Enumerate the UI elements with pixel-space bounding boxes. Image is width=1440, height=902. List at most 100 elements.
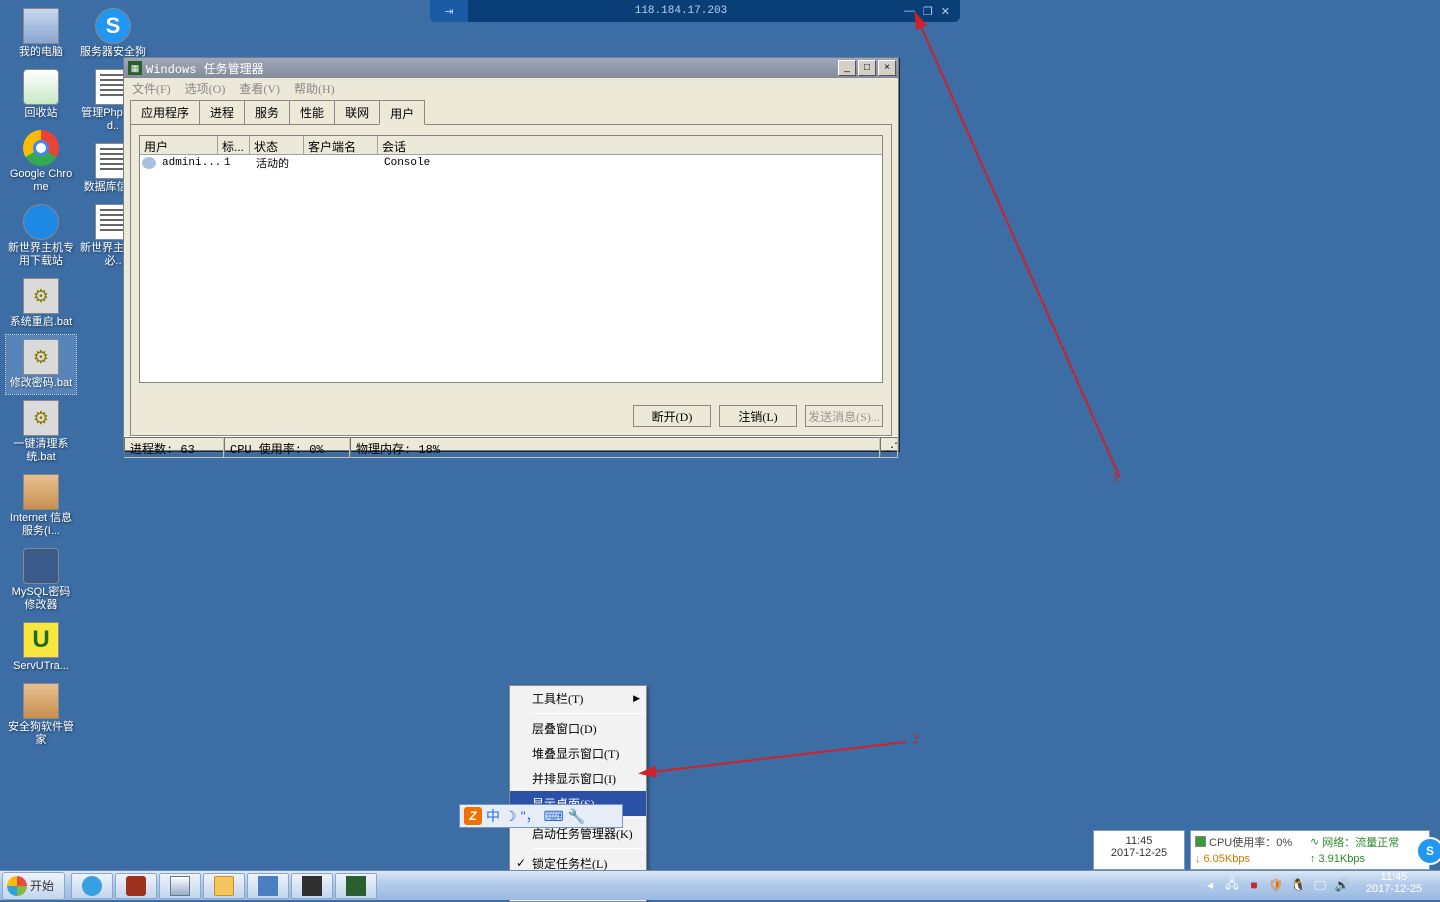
sd-clock-time: 11:45 bbox=[1094, 835, 1184, 847]
tm-tab-performance[interactable]: 性能 bbox=[289, 100, 335, 124]
tm-status-cpu: CPU 使用率: 0% bbox=[224, 437, 350, 458]
tm-tab-applications[interactable]: 应用程序 bbox=[130, 100, 200, 124]
desktop-icon-reboot-bat[interactable]: 系统重启.bat bbox=[6, 274, 76, 333]
tray-qq-icon[interactable]: 🐧 bbox=[1290, 877, 1306, 893]
ime-toolbar[interactable]: Z 中 ☽ "， ⌨ 🔧 bbox=[459, 804, 623, 828]
ql-show-desktop[interactable] bbox=[159, 873, 201, 899]
tray-monitor-icon[interactable]: 🖵 bbox=[1312, 877, 1328, 893]
task-manager-window: ▦ Windows 任务管理器 _ □ × 文件(F) 选项(O) 查看(V) … bbox=[123, 57, 899, 451]
tm-resize-grip[interactable]: ⋰ bbox=[880, 437, 898, 458]
rdp-pin-button[interactable]: ⇥ bbox=[430, 0, 468, 22]
sd-download-speed: ↓6.05Kbps bbox=[1195, 850, 1310, 867]
tray-stop-icon[interactable]: ■ bbox=[1246, 877, 1262, 893]
sd-network-status: ∿网络：流量正常 bbox=[1310, 833, 1425, 850]
desktop-icon-change-password-bat[interactable]: 修改密码.bat bbox=[6, 335, 76, 394]
tm-col-id[interactable]: 标... bbox=[218, 136, 250, 154]
rdp-minimize-button[interactable]: — bbox=[904, 5, 915, 18]
annotation-arrow-1 bbox=[910, 18, 1140, 491]
ctx-toolbars[interactable]: 工具栏(T) bbox=[510, 686, 646, 711]
desktop-icon-recycle-bin[interactable]: 回收站 bbox=[6, 65, 76, 124]
tm-col-session[interactable]: 会话 bbox=[378, 136, 438, 154]
ctx-separator bbox=[532, 848, 644, 849]
tm-close-button[interactable]: × bbox=[878, 60, 896, 76]
ctx-cascade-windows[interactable]: 层叠窗口(D) bbox=[510, 716, 646, 741]
tray-network-icon[interactable]: 🖧 bbox=[1224, 877, 1240, 893]
tm-menu-help[interactable]: 帮助(H) bbox=[294, 80, 335, 97]
desktop-icon-cleanup-bat[interactable]: 一键清理系统.bat bbox=[6, 396, 76, 468]
desktop-icon-safedog[interactable]: S服务器安全狗 bbox=[78, 4, 148, 63]
safedog-status-popup: CPU使用率：0% ∿网络：流量正常 ↓6.05Kbps ↑3.91Kbps bbox=[1190, 830, 1430, 870]
start-label: 开始 bbox=[30, 877, 54, 894]
sd-clock-date: 2017-12-25 bbox=[1094, 847, 1184, 859]
task-manager-title: Windows 任务管理器 bbox=[146, 60, 836, 77]
quick-launch-bar bbox=[71, 873, 377, 899]
sd-upload-speed: ↑3.91Kbps bbox=[1310, 850, 1425, 867]
taskbar-clock[interactable]: 11:45 2017-12-25 bbox=[1354, 870, 1434, 900]
desktop-icon-chrome[interactable]: Google Chrome bbox=[6, 126, 76, 198]
tm-tab-services[interactable]: 服务 bbox=[244, 100, 290, 124]
tm-tab-processes[interactable]: 进程 bbox=[199, 100, 245, 124]
tm-disconnect-button[interactable]: 断开(D) bbox=[633, 405, 711, 427]
user-icon bbox=[142, 157, 156, 169]
tm-status-memory: 物理内存: 18% bbox=[350, 437, 880, 458]
rdp-ip-label: 118.184.17.203 bbox=[468, 5, 894, 17]
tm-tab-users[interactable]: 用户 bbox=[379, 100, 425, 125]
ime-punctuation-icon[interactable]: "， bbox=[521, 806, 540, 826]
clock-date: 2017-12-25 bbox=[1354, 883, 1434, 895]
task-manager-menubar: 文件(F) 选项(O) 查看(V) 帮助(H) bbox=[124, 78, 898, 98]
start-button[interactable]: 开始 bbox=[2, 872, 65, 900]
tray-safedog-icon[interactable]: 🛡 bbox=[1268, 877, 1284, 893]
tm-menu-file[interactable]: 文件(F) bbox=[132, 80, 171, 97]
sd-cpu-usage: CPU使用率：0% bbox=[1195, 833, 1310, 850]
ql-browser[interactable] bbox=[71, 873, 113, 899]
tm-col-state[interactable]: 状态 bbox=[250, 136, 304, 154]
task-manager-status-bar: 进程数: 63 CPU 使用率: 0% 物理内存: 18% ⋰ bbox=[124, 436, 898, 458]
desktop-icon-safedog-manager[interactable]: 安全狗软件管家 bbox=[6, 679, 76, 751]
tm-menu-view[interactable]: 查看(V) bbox=[239, 80, 280, 97]
rdp-close-button[interactable]: ✕ bbox=[941, 5, 950, 18]
desktop-icon-servu[interactable]: UServUTra... bbox=[6, 618, 76, 677]
task-manager-tabs: 应用程序 进程 服务 性能 联网 用户 bbox=[130, 100, 892, 124]
ctx-side-by-side[interactable]: 并排显示窗口(I) bbox=[510, 766, 646, 791]
tm-user-row[interactable]: admini... 1 活动的 Console bbox=[140, 155, 882, 171]
desktop-icon-download-site[interactable]: 新世界主机专用下载站 bbox=[6, 200, 76, 272]
ql-app-a[interactable] bbox=[115, 873, 157, 899]
annotation-arrow-2 bbox=[646, 736, 916, 779]
system-tray: ◂ 🖧 ■ 🛡 🐧 🖵 🔊 bbox=[1202, 872, 1350, 898]
ime-settings-icon[interactable]: 🔧 bbox=[568, 808, 585, 825]
tm-col-user[interactable]: 用户 bbox=[140, 136, 218, 154]
desktop-icons-column-1: 我的电脑 回收站 Google Chrome 新世界主机专用下载站 系统重启.b… bbox=[6, 4, 76, 751]
ql-explorer[interactable] bbox=[203, 873, 245, 899]
tm-col-client[interactable]: 客户端名 bbox=[304, 136, 378, 154]
tray-expand-icon[interactable]: ◂ bbox=[1202, 877, 1218, 893]
ime-keyboard-icon[interactable]: ⌨ bbox=[544, 808, 564, 825]
ime-half-moon-icon[interactable]: ☽ bbox=[504, 808, 517, 825]
tm-status-processes: 进程数: 63 bbox=[124, 437, 224, 458]
tm-menu-options[interactable]: 选项(O) bbox=[185, 80, 226, 97]
tm-logoff-button[interactable]: 注销(L) bbox=[719, 405, 797, 427]
rdp-restore-button[interactable]: ❐ bbox=[923, 5, 933, 18]
desktop-icon-my-computer[interactable]: 我的电脑 bbox=[6, 4, 76, 63]
annotation-label-1: 1 bbox=[1112, 470, 1119, 486]
ctx-separator bbox=[532, 713, 644, 714]
tray-volume-icon[interactable]: 🔊 bbox=[1334, 877, 1350, 893]
ctx-stack-windows[interactable]: 堆叠显示窗口(T) bbox=[510, 741, 646, 766]
ime-engine-icon[interactable]: Z bbox=[464, 807, 482, 825]
tm-maximize-button[interactable]: □ bbox=[858, 60, 876, 76]
tm-send-message-button[interactable]: 发送消息(S)... bbox=[805, 405, 883, 427]
rdp-connection-bar: ⇥ 118.184.17.203 — ❐ ✕ bbox=[430, 0, 960, 22]
clock-time: 11:45 bbox=[1354, 871, 1434, 883]
task-manager-titlebar[interactable]: ▦ Windows 任务管理器 _ □ × bbox=[124, 58, 898, 78]
tm-tab-networking[interactable]: 联网 bbox=[334, 100, 380, 124]
tm-minimize-button[interactable]: _ bbox=[838, 60, 856, 76]
ql-rdp[interactable] bbox=[247, 873, 289, 899]
desktop-icon-mysql-pw[interactable]: MySQL密码修改器 bbox=[6, 544, 76, 616]
ime-mode-label[interactable]: 中 bbox=[486, 806, 500, 826]
safedog-tray-bubble[interactable]: S bbox=[1416, 837, 1440, 865]
windows-orb-icon bbox=[7, 876, 27, 896]
ql-app-wing[interactable] bbox=[291, 873, 333, 899]
desktop-icon-iis[interactable]: Internet 信息服务(I... bbox=[6, 470, 76, 542]
tm-users-table: 用户 标... 状态 客户端名 会话 admini... 1 活动的 Conso… bbox=[139, 135, 883, 383]
task-manager-icon: ▦ bbox=[128, 61, 142, 75]
ql-task-manager[interactable] bbox=[335, 873, 377, 899]
